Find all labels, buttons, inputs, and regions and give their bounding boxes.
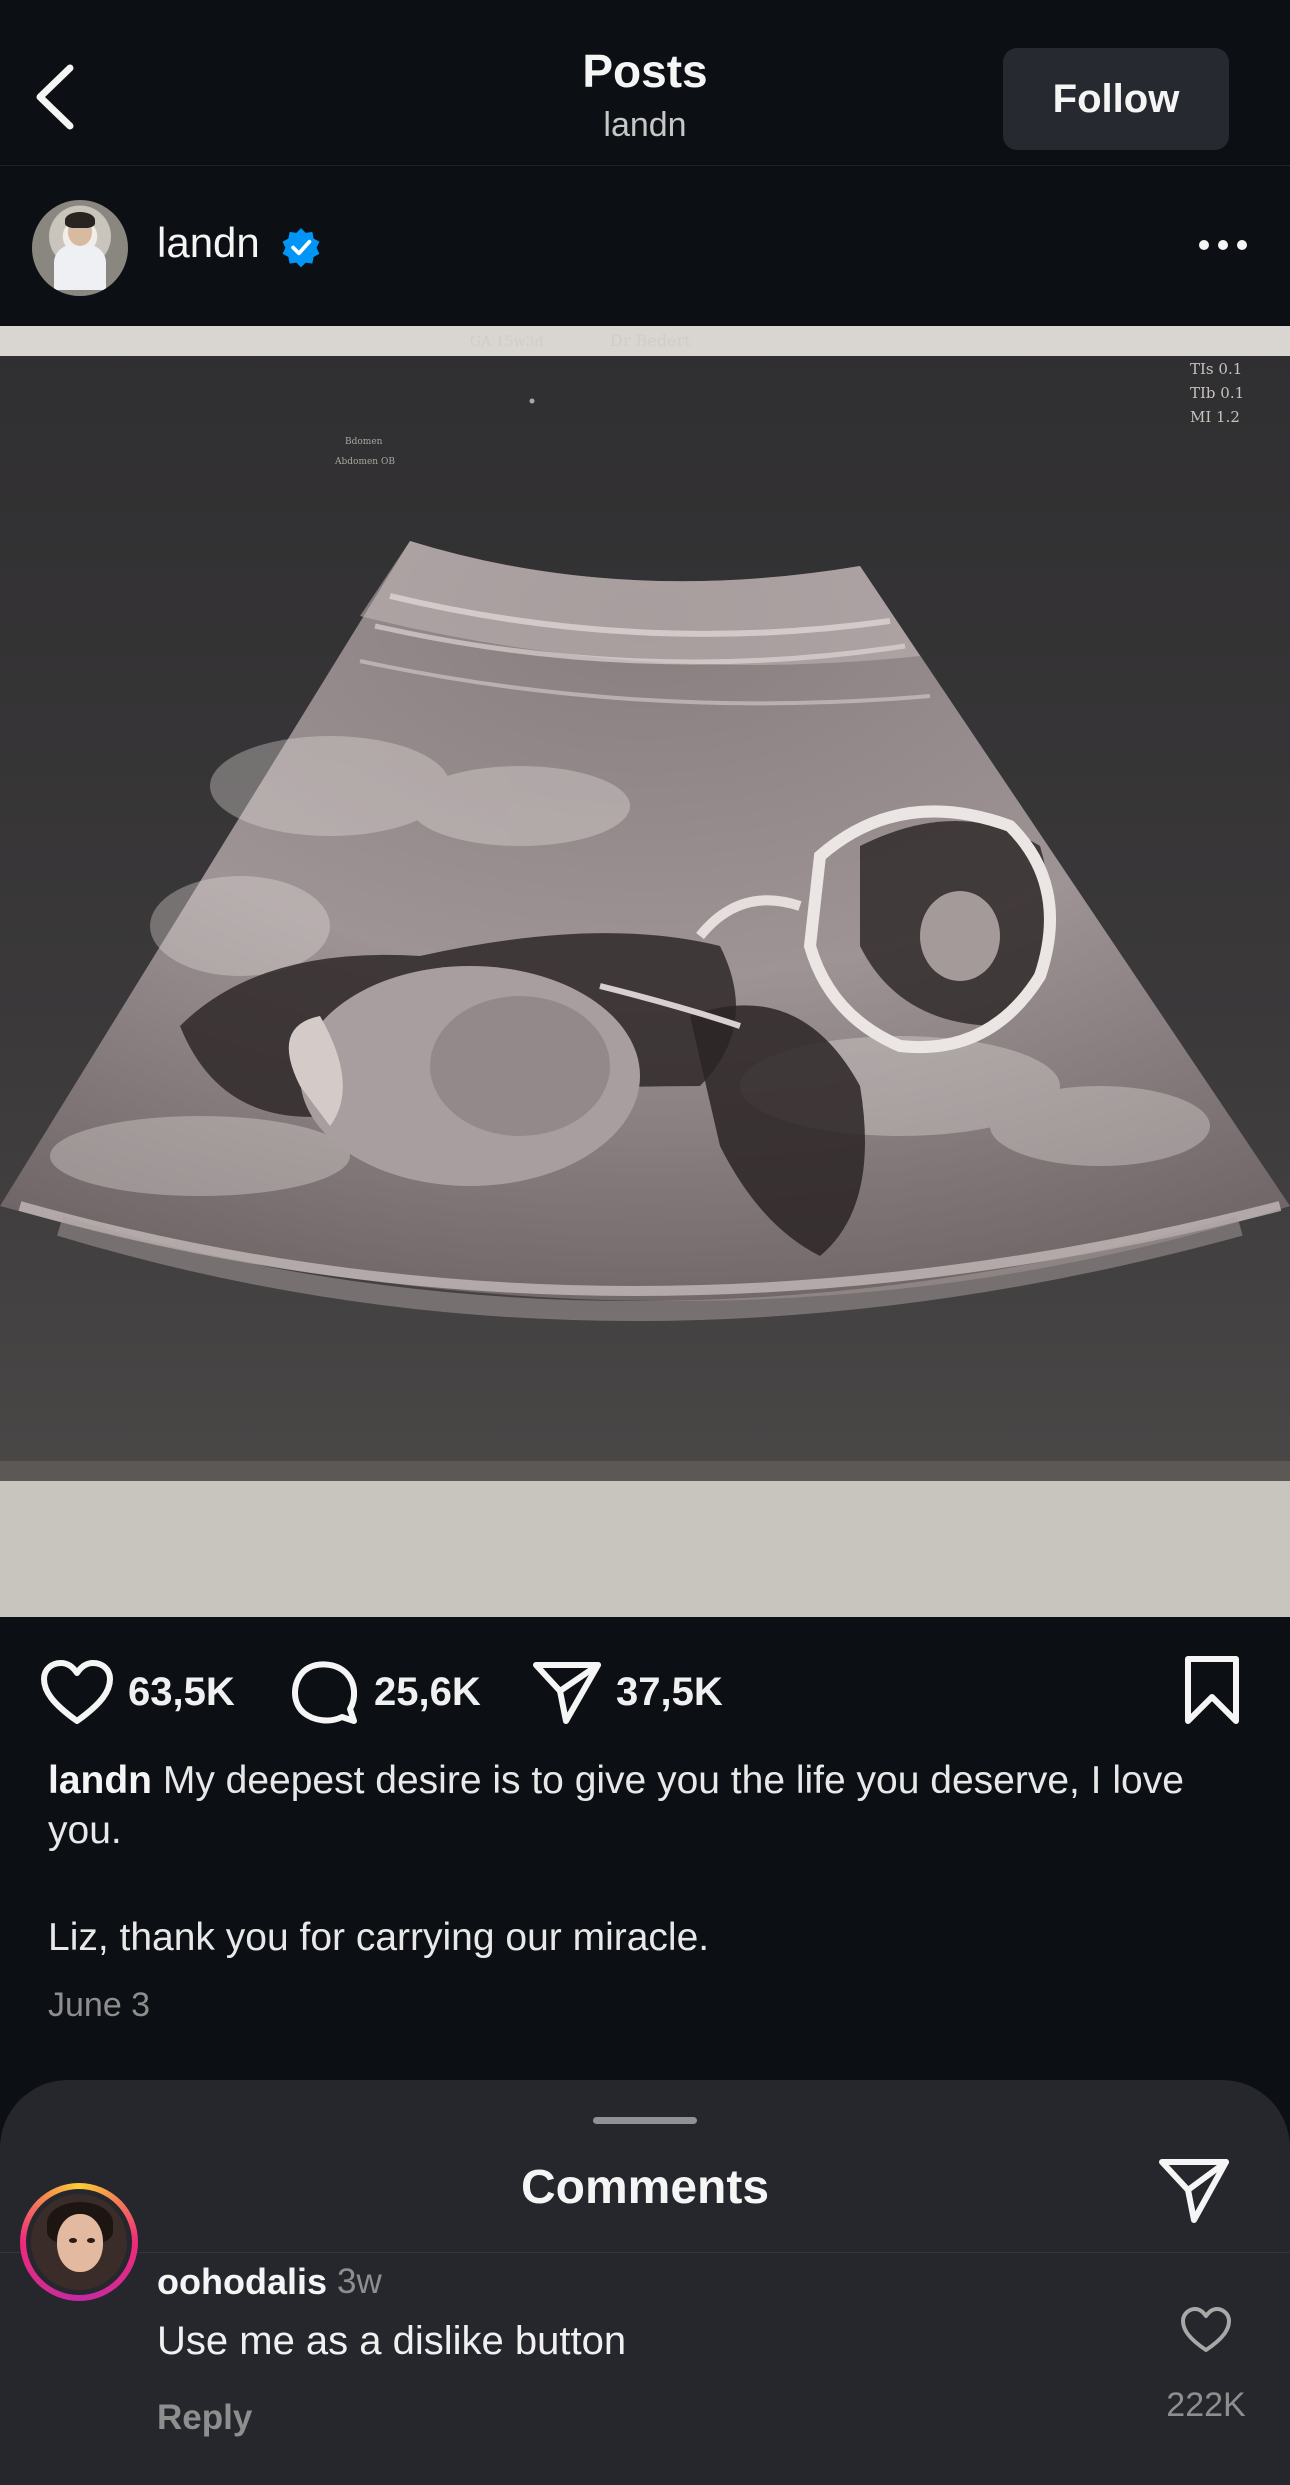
like-button[interactable]: 63,5K (40, 1657, 235, 1727)
comment-like-button[interactable] (1180, 2306, 1232, 2354)
comment-icon (292, 1661, 358, 1724)
post-author-row: landn (0, 166, 1290, 326)
post-actions: 63,5K 25,6K 37,5K (0, 1617, 1290, 1759)
post-image[interactable]: GA 15w3d Dr Bedert TIs 0.1 TIb 0.1 MI 1.… (0, 326, 1290, 1617)
scan-label-top-mid: Dr Bedert (610, 331, 691, 350)
scan-label-top-left: GA 15w3d (470, 334, 543, 350)
post-date: June 3 (48, 1986, 151, 2024)
scan-label-mi: MI 1.2 (1190, 408, 1240, 426)
comment-count: 25,6K (374, 1669, 481, 1714)
scan-label-left-1: Bdomen (345, 437, 383, 447)
more-horizontal-icon (1199, 240, 1247, 250)
top-bar: Posts landn Follow (0, 0, 1290, 166)
commenter-username[interactable]: oohodalis (157, 2261, 327, 2303)
comment-text: Use me as a dislike button (157, 2319, 627, 2363)
post-page: Posts landn Follow landn GA 15w3d Dr Bed… (0, 0, 1290, 2485)
scan-label-tis: TIs 0.1 (1190, 360, 1242, 378)
share-button[interactable]: 37,5K (532, 1657, 723, 1727)
verified-badge-icon (282, 228, 320, 268)
caption-text-2: Liz, thank you for carrying our miracle. (48, 1916, 710, 1959)
more-options-button[interactable] (1196, 230, 1250, 260)
send-icon (533, 1662, 601, 1724)
commenter-avatar[interactable] (20, 2183, 138, 2301)
comment-like-count: 222K (1166, 2386, 1246, 2424)
heart-icon (1181, 2307, 1231, 2352)
heart-icon (41, 1660, 113, 1724)
save-button[interactable] (1180, 1655, 1244, 1725)
scan-label-tib: TIb 0.1 (1190, 384, 1244, 402)
reply-button[interactable]: Reply (157, 2398, 252, 2438)
follow-button[interactable]: Follow (1003, 48, 1229, 150)
post-caption: landn My deepest desire is to give you t… (48, 1756, 1248, 1963)
caption-text: My deepest desire is to give you the lif… (48, 1759, 1184, 1852)
bookmark-icon (1185, 1656, 1239, 1724)
share-count: 37,5K (616, 1669, 723, 1714)
author-username[interactable]: landn (157, 219, 260, 267)
like-count: 63,5K (128, 1669, 235, 1714)
comment-time: 3w (337, 2262, 382, 2301)
caption-username[interactable]: landn (48, 1759, 152, 1802)
comment-button[interactable]: 25,6K (290, 1657, 481, 1727)
ultrasound-image: GA 15w3d Dr Bedert TIs 0.1 TIb 0.1 MI 1.… (0, 326, 1290, 1617)
scan-label-left-2: Abdomen OB (334, 457, 395, 467)
author-avatar[interactable] (32, 200, 128, 296)
